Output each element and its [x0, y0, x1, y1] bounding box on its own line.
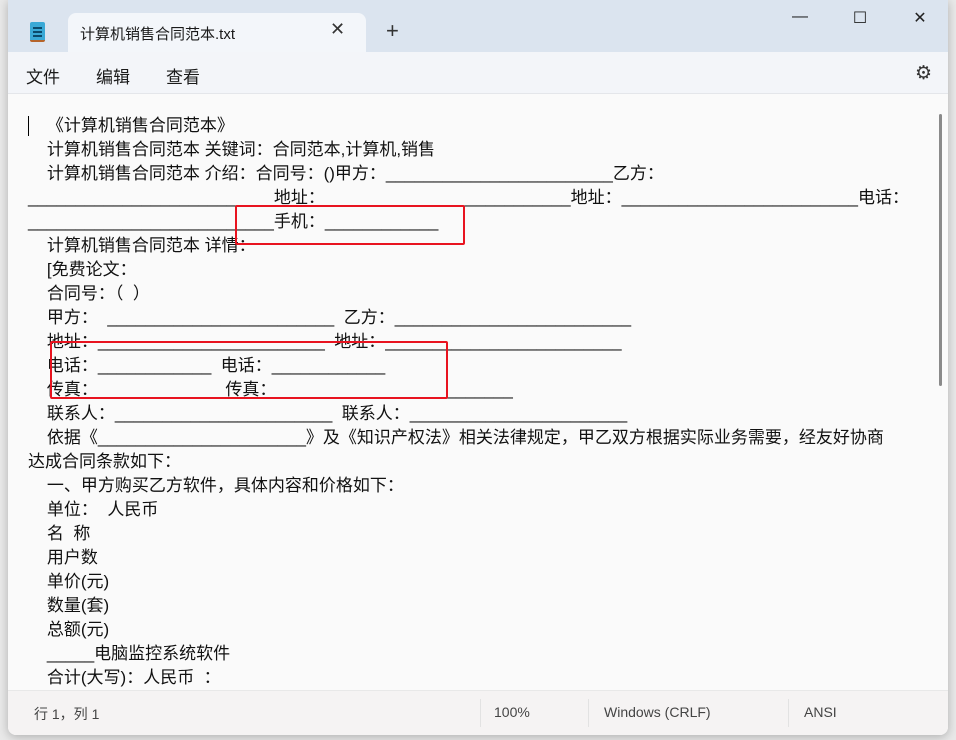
- notepad-window: 计算机销售合同范本.txt ✕ + — ☐ ✕ 文件 编辑 查看 ⚙ 《计算机销…: [8, 0, 948, 735]
- text-editor[interactable]: 《计算机销售合同范本》 计算机销售合同范本 关键词：合同范本,计算机,销售 计算…: [8, 94, 948, 691]
- text-line: 合计(大写)：人民币 ：: [28, 668, 221, 687]
- text-line: 名 称: [28, 524, 91, 543]
- menu-edit[interactable]: 编辑: [96, 63, 130, 88]
- text-line: __________________________手机：___________…: [28, 212, 439, 231]
- text-line: 数量(套): [28, 596, 110, 615]
- highlight-box-mobile: [235, 205, 465, 245]
- text-line: 计算机销售合同范本 介绍：合同号：()甲方：__________________…: [28, 164, 664, 183]
- new-tab-button[interactable]: +: [386, 18, 399, 44]
- text-line: 一、甲方购买乙方软件，具体内容和价格如下：: [28, 476, 404, 495]
- text-line: 单位： 人民币: [28, 500, 159, 519]
- text-line: 计算机销售合同范本 详情：: [28, 236, 256, 255]
- line-ending: Windows (CRLF): [604, 704, 711, 720]
- title-bar: 计算机销售合同范本.txt ✕ + — ☐ ✕: [8, 0, 948, 52]
- text-line: 单价(元): [28, 572, 110, 591]
- text-line: 联系人：_______________________ 联系人：________…: [28, 404, 628, 423]
- menu-view[interactable]: 查看: [166, 63, 200, 88]
- text-line: 计算机销售合同范本 关键词：合同范本,计算机,销售: [28, 140, 436, 159]
- tab-close-icon[interactable]: ✕: [330, 19, 345, 40]
- highlight-box-phone-fax: [50, 341, 448, 399]
- text-line: 依据《______________________》及《知识产权法》相关法律规定…: [28, 428, 884, 447]
- text-line: [免费论文：: [28, 260, 137, 279]
- text-line: 合同号：（ ）: [28, 284, 150, 303]
- text-line: _____电脑监控系统软件: [28, 644, 231, 663]
- encoding: ANSI: [804, 704, 837, 720]
- tab-title: 计算机销售合同范本.txt: [80, 26, 236, 43]
- cursor-position: 行 1，列 1: [34, 706, 100, 722]
- close-button[interactable]: ✕: [900, 8, 940, 28]
- tab-document[interactable]: 计算机销售合同范本.txt ✕: [68, 13, 366, 52]
- menu-bar: 文件 编辑 查看 ⚙: [8, 52, 948, 94]
- text-line: 用户数: [28, 548, 98, 567]
- menu-file[interactable]: 文件: [26, 63, 60, 88]
- document-text[interactable]: 《计算机销售合同范本》 计算机销售合同范本 关键词：合同范本,计算机,销售 计算…: [28, 114, 909, 690]
- text-line: 甲方： ________________________ 乙方：________…: [28, 308, 632, 327]
- minimize-button[interactable]: —: [780, 8, 820, 26]
- text-line: 总额(元): [28, 620, 110, 639]
- zoom-level: 100%: [494, 704, 530, 720]
- vertical-scrollbar[interactable]: [939, 114, 942, 386]
- settings-gear-icon[interactable]: ⚙: [915, 62, 932, 85]
- status-bar: 行 1，列 1 100% Windows (CRLF) ANSI: [8, 690, 948, 735]
- text-line: 《计算机销售合同范本》: [28, 116, 234, 135]
- text-line: 达成合同条款如下：: [28, 452, 181, 471]
- notepad-app-icon: [30, 22, 45, 42]
- maximize-button[interactable]: ☐: [840, 8, 880, 28]
- text-line: __________________________地址：___________…: [28, 188, 910, 207]
